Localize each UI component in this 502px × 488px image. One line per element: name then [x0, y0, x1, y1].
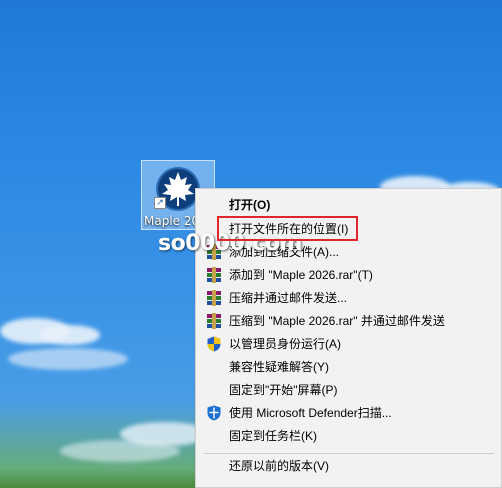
menu-item-label: 还原以前的版本(V) [229, 459, 329, 473]
highlight-annotation-box [217, 216, 358, 241]
menu-item-label: 压缩并通过邮件发送... [229, 291, 348, 305]
menu-item-pin-to-taskbar[interactable]: 固定到任务栏(K) [196, 425, 501, 447]
menu-separator [204, 453, 494, 454]
menu-item-label: 添加到 "Maple 2026.rar"(T) [229, 268, 373, 282]
cloud [40, 325, 100, 345]
cloud [8, 348, 128, 370]
menu-item-label: 使用 Microsoft Defender扫描... [229, 406, 392, 420]
menu-item-compress-email[interactable]: 压缩并通过邮件发送... [196, 287, 501, 309]
menu-item-pin-to-start[interactable]: 固定到"开始"屏幕(P) [196, 379, 501, 401]
menu-item-label: 固定到"开始"屏幕(P) [229, 383, 338, 397]
winrar-icon [207, 313, 221, 329]
winrar-icon [207, 267, 221, 283]
menu-item-label: 兼容性疑难解答(Y) [229, 360, 329, 374]
menu-item-add-to-rar[interactable]: 添加到 "Maple 2026.rar"(T) [196, 264, 501, 286]
uac-shield-icon [207, 336, 221, 352]
defender-shield-icon [207, 405, 221, 421]
menu-item-compatibility-troubleshoot[interactable]: 兼容性疑难解答(Y) [196, 356, 501, 378]
menu-item-run-as-admin[interactable]: 以管理员身份运行(A) [196, 333, 501, 355]
cloud [60, 440, 180, 462]
menu-item-defender-scan[interactable]: 使用 Microsoft Defender扫描... [196, 402, 501, 424]
menu-item-label: 固定到任务栏(K) [229, 429, 317, 443]
menu-item-open[interactable]: 打开(O) [196, 194, 501, 216]
menu-item-label: 以管理员身份运行(A) [229, 337, 341, 351]
menu-item-label: 打开(O) [229, 198, 271, 212]
menu-item-label: 压缩到 "Maple 2026.rar" 并通过邮件发送 [229, 314, 445, 328]
shortcut-arrow-icon: ↗ [154, 197, 166, 209]
winrar-icon [207, 290, 221, 306]
menu-item-restore-previous-versions[interactable]: 还原以前的版本(V) [196, 455, 501, 477]
menu-item-compress-rar-email[interactable]: 压缩到 "Maple 2026.rar" 并通过邮件发送 [196, 310, 501, 332]
